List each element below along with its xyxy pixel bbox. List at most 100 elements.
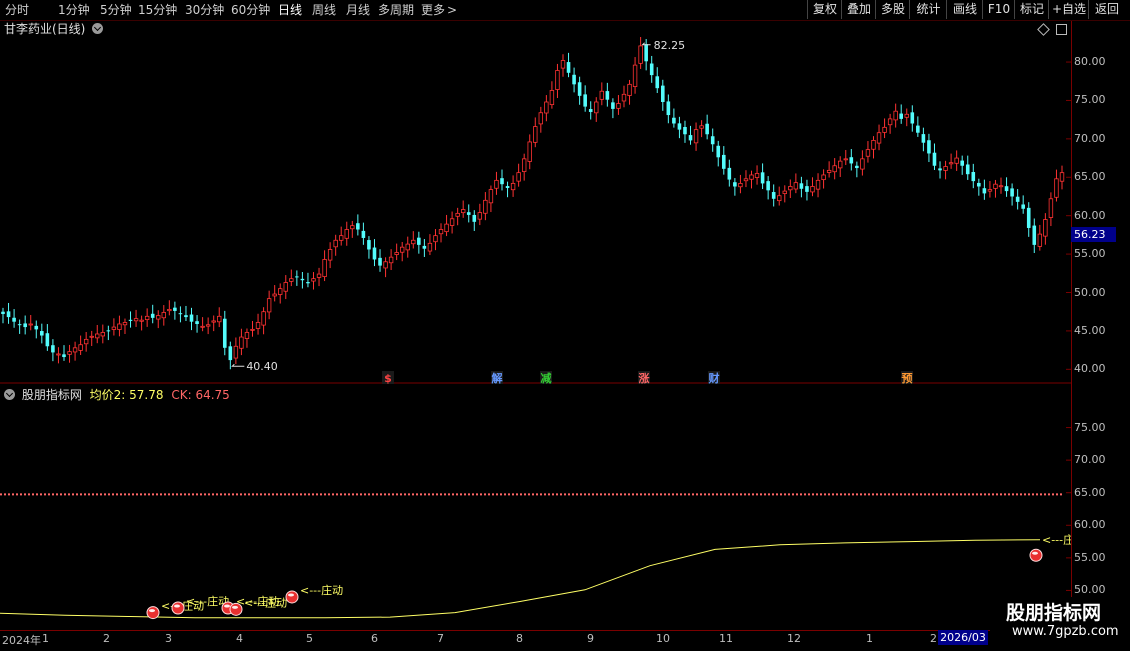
candle-body bbox=[1048, 198, 1054, 218]
candle-body bbox=[1032, 225, 1037, 245]
mark-button[interactable]: 标记 bbox=[1014, 0, 1049, 19]
candle-body bbox=[1004, 186, 1009, 192]
candle-body bbox=[510, 183, 516, 191]
candle-body bbox=[782, 190, 787, 194]
high-price-label: 82.25 bbox=[654, 39, 686, 52]
candle-body bbox=[394, 252, 399, 255]
candle-body bbox=[954, 157, 959, 164]
candle-body bbox=[727, 167, 732, 180]
candle-body bbox=[333, 239, 338, 248]
candle-body bbox=[566, 62, 571, 73]
candle-body bbox=[993, 183, 998, 189]
candle-body bbox=[1054, 178, 1059, 198]
period-30min[interactable]: 30分钟 bbox=[185, 2, 224, 18]
candle-body bbox=[632, 64, 638, 87]
signal-ball-highlight bbox=[149, 609, 155, 613]
candle-body bbox=[255, 322, 261, 329]
period-15min[interactable]: 15分钟 bbox=[138, 2, 177, 18]
period-weekly[interactable]: 周线 bbox=[312, 2, 336, 18]
candle-body bbox=[211, 320, 216, 323]
period-60min[interactable]: 60分钟 bbox=[231, 2, 270, 18]
candle-body bbox=[367, 240, 371, 250]
candle-body bbox=[815, 179, 821, 190]
candle-body bbox=[411, 239, 416, 245]
candle-body bbox=[710, 136, 715, 145]
candle-body bbox=[45, 333, 50, 347]
price-tick-label: 80.00 bbox=[1074, 55, 1106, 69]
candle-body bbox=[666, 101, 671, 116]
period-monthly[interactable]: 月线 bbox=[346, 2, 370, 18]
price-tick-label: 65.00 bbox=[1074, 170, 1106, 184]
watermark-url: www.7gpzb.com bbox=[1012, 624, 1119, 639]
candle-body bbox=[549, 90, 555, 106]
multi-stock-button[interactable]: 多股 bbox=[875, 0, 910, 19]
candle-body bbox=[62, 354, 66, 358]
price-tick-label: 45.00 bbox=[1074, 323, 1106, 337]
candle-body bbox=[572, 74, 576, 85]
add-watchlist-button[interactable]: +自选 bbox=[1048, 0, 1089, 19]
back-button[interactable]: 返回 bbox=[1088, 0, 1125, 19]
indicator-tick-label: 65.00 bbox=[1074, 485, 1106, 499]
signal-ball-highlight bbox=[232, 605, 238, 609]
overlay-button[interactable]: 叠加 bbox=[841, 0, 876, 19]
candle-body bbox=[51, 345, 55, 353]
candle-body bbox=[417, 237, 421, 245]
candle-body bbox=[388, 256, 394, 264]
candle-body bbox=[605, 91, 610, 100]
signal-ball-icon bbox=[171, 601, 185, 615]
indicator-tick-label: 60.00 bbox=[1074, 518, 1106, 532]
date-label: 3 bbox=[165, 632, 172, 645]
candle-body bbox=[400, 246, 405, 253]
candle-body bbox=[733, 182, 737, 187]
candle-body bbox=[882, 126, 887, 133]
candle-body bbox=[910, 112, 915, 124]
indicator-chart: <---庄动<---庄动<---庄动<---庄动<---庄动<---庄 bbox=[0, 427, 1071, 620]
candle-body bbox=[217, 315, 222, 323]
candle-body bbox=[106, 330, 111, 332]
candle-body bbox=[716, 145, 721, 158]
candle-body bbox=[699, 125, 704, 129]
candle-body bbox=[139, 319, 144, 322]
f10-button[interactable]: F10 bbox=[982, 0, 1015, 19]
period-intraday[interactable]: 分时 bbox=[5, 2, 29, 18]
adjust-button[interactable]: 复权 bbox=[807, 0, 842, 19]
candle-body bbox=[777, 195, 782, 202]
candle-body bbox=[538, 112, 544, 125]
candle-body bbox=[339, 235, 344, 241]
period-more[interactable]: 更多 > bbox=[421, 2, 457, 18]
current-price-tag: 56.23 bbox=[1071, 227, 1116, 242]
candle-body bbox=[810, 186, 815, 193]
candle-body bbox=[178, 313, 183, 315]
period-daily[interactable]: 日线 bbox=[278, 2, 302, 18]
low-arrow bbox=[231, 363, 245, 367]
candle-body bbox=[144, 315, 150, 320]
watermark-name: 股朋指标网 bbox=[1006, 602, 1102, 624]
date-label: 6 bbox=[371, 632, 378, 645]
signal-label: <---庄动 bbox=[244, 595, 287, 609]
signal-label: <---庄 bbox=[1042, 533, 1071, 547]
period-5min[interactable]: 5分钟 bbox=[100, 2, 132, 18]
candle-body bbox=[261, 311, 266, 326]
candle-body bbox=[289, 278, 294, 282]
candle-body bbox=[28, 323, 33, 326]
date-label: 2 bbox=[103, 632, 110, 645]
candle-body bbox=[34, 325, 39, 330]
candle-body bbox=[361, 230, 366, 238]
candle-body bbox=[749, 174, 754, 180]
candle-body bbox=[17, 324, 22, 326]
candle-body bbox=[356, 223, 360, 230]
candle-body bbox=[644, 44, 648, 62]
draw-button[interactable]: 画线 bbox=[946, 0, 983, 19]
candle-body bbox=[122, 322, 128, 326]
period-1min[interactable]: 1分钟 bbox=[58, 2, 90, 18]
indicator-tick-label: 75.00 bbox=[1074, 420, 1106, 434]
candle-body bbox=[1037, 233, 1043, 247]
candle-body bbox=[150, 313, 155, 318]
stats-button[interactable]: 统计 bbox=[909, 0, 947, 19]
candle-body bbox=[621, 93, 627, 102]
period-multi[interactable]: 多周期 bbox=[378, 2, 414, 18]
candle-body bbox=[754, 173, 760, 178]
candle-body bbox=[195, 321, 199, 324]
candle-body bbox=[266, 298, 272, 313]
candle-body bbox=[12, 317, 16, 322]
